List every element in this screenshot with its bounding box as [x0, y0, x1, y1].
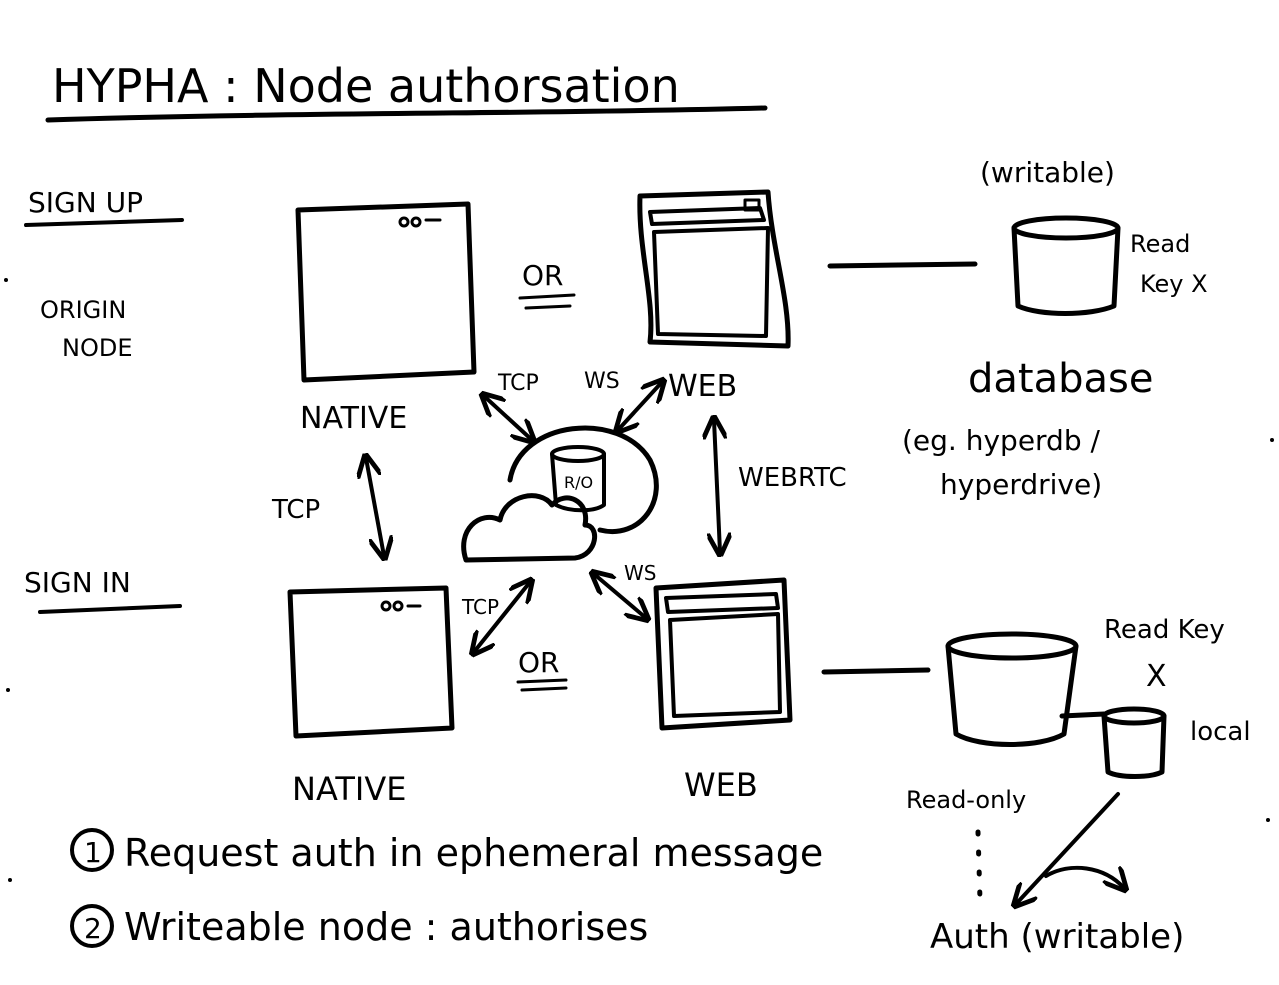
or-underline-bottom — [516, 678, 568, 692]
ws-label-top: WS — [584, 369, 620, 394]
database-readonly-cylinder — [945, 631, 1079, 747]
local-label: local — [1190, 717, 1251, 747]
read-key-label-bottom: Read Key — [1104, 615, 1225, 645]
browser-control-icon — [743, 198, 761, 212]
auth-writable-label: Auth (writable) — [930, 917, 1184, 957]
webrtc-label: WEBRTC — [738, 463, 847, 493]
web-label-bottom: WEB — [684, 766, 758, 804]
webrtc-arrow — [714, 420, 720, 552]
native-window-bottom — [287, 585, 455, 739]
or-label-bottom: OR — [518, 646, 560, 679]
database-examples-1: (eg. hyperdb / — [902, 424, 1101, 457]
database-to-local-line — [1059, 711, 1107, 719]
native-label-bottom: NATIVE — [292, 770, 406, 808]
ro-badge: R/O — [564, 473, 593, 492]
hypha-sketch-canvas: HYPHA : Node authorsation SIGN UP ORIGIN… — [4, 59, 1274, 957]
node-label: NODE — [62, 334, 133, 362]
step-2-text: Writeable node : authorises — [124, 905, 648, 949]
tcp-vertical-arrow — [366, 458, 384, 556]
tcp-label-top: TCP — [497, 371, 539, 396]
x-label-bottom: X — [1146, 659, 1167, 694]
or-underline-top — [518, 293, 576, 310]
native-window-top — [295, 201, 477, 383]
step-1-text: Request auth in ephemeral message — [124, 831, 823, 875]
step-1-number: 1 — [84, 836, 102, 869]
database-examples-2: hyperdrive) — [940, 468, 1102, 501]
web-label-top: WEB — [668, 369, 737, 404]
database-label: database — [968, 356, 1153, 402]
window-dots-icon — [398, 216, 410, 228]
read-key-label-top: Read — [1130, 230, 1190, 258]
local-to-auth-arrow — [1016, 792, 1120, 904]
ws-label-bottom: WS — [624, 561, 656, 585]
sign-in-label: SIGN IN — [24, 566, 131, 599]
sign-up-underline — [24, 218, 184, 227]
web-window-top — [637, 189, 791, 349]
origin-label: ORIGIN — [40, 296, 126, 324]
read-only-label: Read-only — [906, 786, 1026, 814]
read-only-dotted-line — [975, 829, 983, 903]
native-label-top: NATIVE — [300, 401, 407, 436]
auth-loop-arrow — [1044, 868, 1124, 888]
page-title: HYPHA : Node authorsation — [52, 59, 680, 113]
or-label-top: OR — [522, 259, 564, 292]
window-dots-icon-bottom — [380, 600, 392, 612]
tcp-label-left: TCP — [271, 495, 320, 525]
ro-database-icon — [550, 445, 606, 463]
key-x-label-top: Key X — [1140, 270, 1208, 298]
web-to-cloud-arrow — [618, 382, 662, 430]
web-window-bottom — [653, 577, 793, 731]
web-to-database-line — [827, 261, 978, 269]
sign-up-label: SIGN UP — [28, 186, 143, 219]
writable-label: (writable) — [980, 156, 1115, 189]
web-bottom-to-database-line — [821, 667, 931, 675]
step-1: 1 Request auth in ephemeral message — [70, 828, 823, 875]
step-2-number: 2 — [84, 912, 102, 945]
cloud-node — [461, 425, 659, 563]
step-2: 2 Writeable node : authorises — [70, 904, 648, 949]
sign-in-underline — [38, 604, 182, 614]
database-writable-cylinder — [1011, 215, 1121, 316]
native-to-cloud-arrow — [484, 396, 532, 440]
tcp-label-bottom: TCP — [461, 595, 499, 619]
local-database-cylinder — [1101, 706, 1167, 779]
